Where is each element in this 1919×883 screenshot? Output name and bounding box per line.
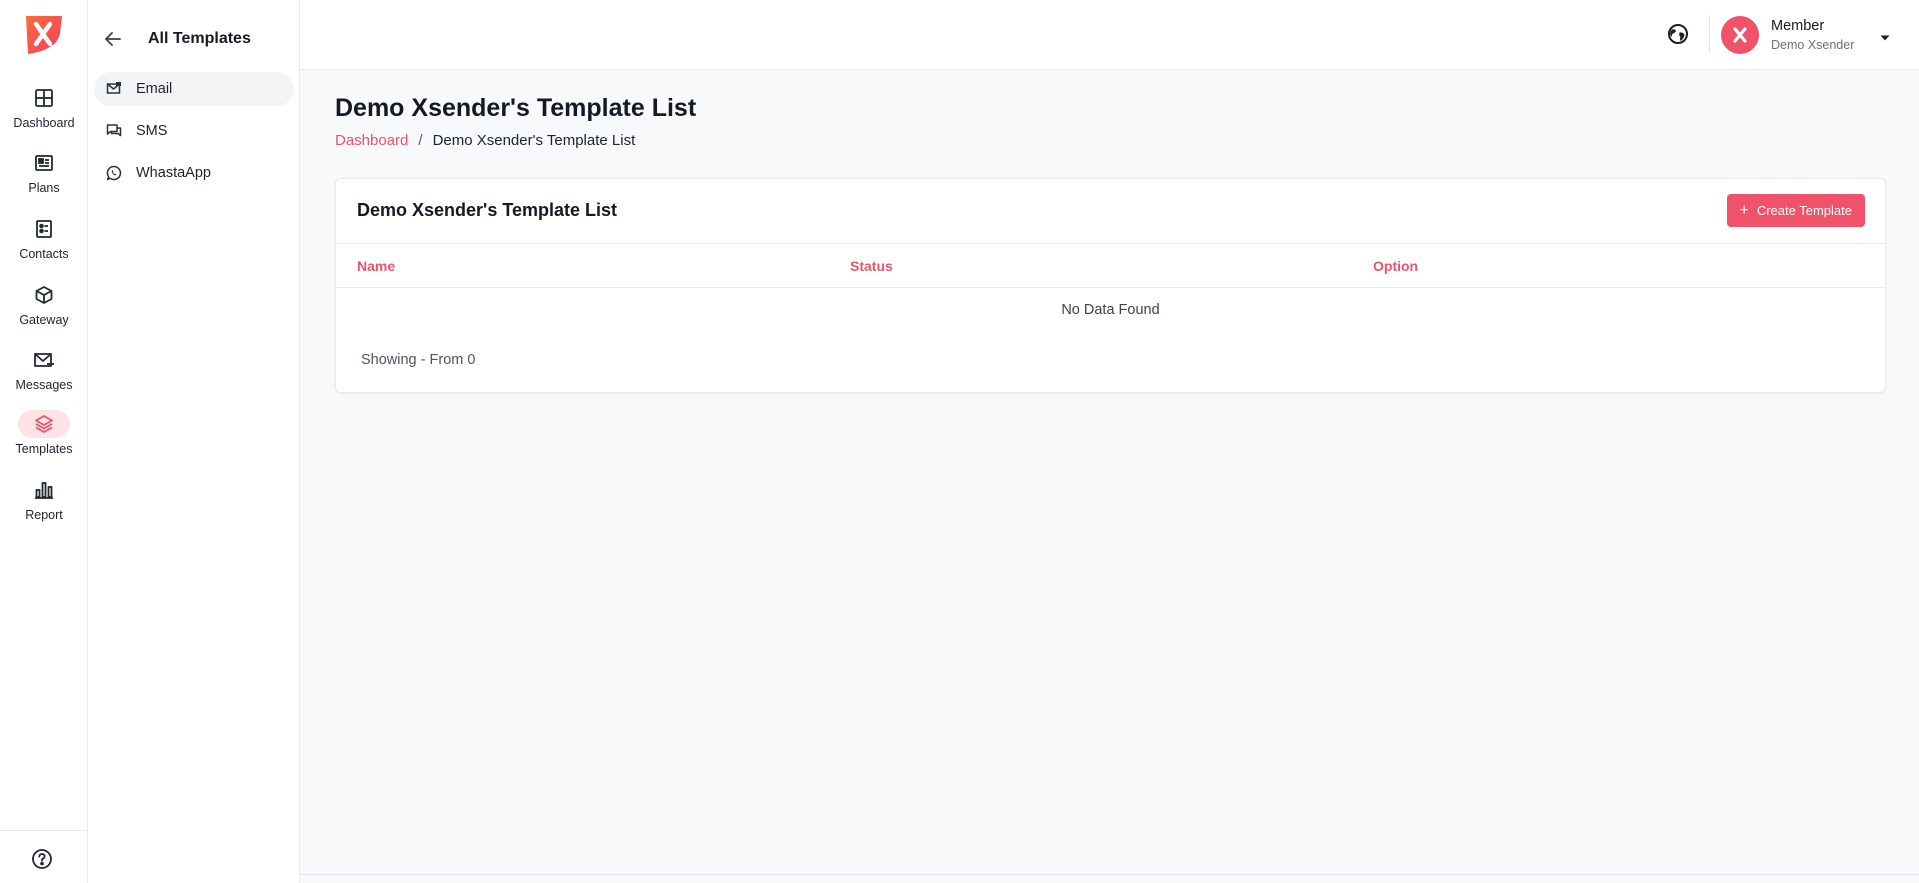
divider <box>1709 15 1710 53</box>
icon-rail: Dashboard Plans Contacts Gateway Message… <box>0 0 88 883</box>
rail-item-templates[interactable]: Templates <box>0 410 88 470</box>
breadcrumb: Dashboard / Demo Xsender's Template List <box>335 132 635 149</box>
profile-subtitle: Demo Xsender <box>1771 38 1855 52</box>
rail-item-dashboard[interactable]: Dashboard <box>0 84 88 144</box>
empty-state-text: No Data Found <box>1061 302 1160 318</box>
create-template-button[interactable]: + Create Template <box>1726 194 1865 227</box>
subnav-item-label: Email <box>136 81 173 97</box>
mail-send-icon <box>18 346 70 374</box>
caret-down-icon <box>1879 30 1891 41</box>
avatar <box>1721 16 1759 54</box>
rail-item-contacts[interactable]: Contacts <box>0 215 88 275</box>
subnav-title: All Templates <box>148 30 251 47</box>
column-header-name[interactable]: Name <box>357 258 395 274</box>
profile-menu[interactable]: Member Demo Xsender <box>1721 14 1891 56</box>
contacts-list-icon <box>18 215 70 243</box>
divider <box>0 830 88 831</box>
template-list-card: Demo Xsender's Template List + Create Te… <box>335 178 1886 393</box>
rail-label: Gateway <box>19 313 69 327</box>
help-circle-icon[interactable] <box>31 848 55 872</box>
subnav-item-label: WhastaApp <box>136 165 211 181</box>
subnav-item-label: SMS <box>136 123 168 139</box>
chat-bubbles-icon <box>106 123 122 139</box>
globe-icon[interactable] <box>1667 23 1689 45</box>
arrow-left-icon[interactable] <box>102 28 124 50</box>
breadcrumb-current: Demo Xsender's Template List <box>432 132 636 149</box>
templates-subnav: All Templates Email SMS WhastaApp <box>88 0 300 883</box>
rail-label: Plans <box>28 181 60 195</box>
bar-chart-icon <box>18 476 70 504</box>
create-template-label: Create Template <box>1756 203 1852 218</box>
column-header-option[interactable]: Option <box>1373 258 1418 274</box>
layers-icon <box>18 410 70 438</box>
pagination-summary: Showing - From 0 <box>361 352 476 368</box>
plus-icon: + <box>1739 201 1749 219</box>
subnav-header: All Templates <box>102 28 251 50</box>
rail-label: Messages <box>15 378 73 392</box>
xsender-logo[interactable] <box>22 12 66 56</box>
email-template-icon <box>106 81 122 97</box>
rail-item-messages[interactable]: Messages <box>0 346 88 406</box>
newspaper-icon <box>18 149 70 177</box>
breadcrumb-separator: / <box>418 132 423 149</box>
rail-label: Report <box>25 508 63 522</box>
whatsapp-icon <box>106 165 122 181</box>
cube-icon <box>18 281 70 309</box>
page-title: Demo Xsender's Template List <box>335 94 697 122</box>
rail-item-report[interactable]: Report <box>0 476 88 536</box>
rail-label: Dashboard <box>13 116 75 130</box>
profile-info: Member Demo Xsender <box>1771 18 1854 52</box>
card-title: Demo Xsender's Template List <box>357 200 618 220</box>
divider <box>300 874 1919 875</box>
rail-item-gateway[interactable]: Gateway <box>0 281 88 341</box>
column-header-status[interactable]: Status <box>850 258 893 274</box>
grid-icon <box>18 84 70 112</box>
breadcrumb-dashboard-link[interactable]: Dashboard <box>335 132 408 149</box>
subnav-item-email[interactable]: Email <box>94 72 294 106</box>
rail-label: Contacts <box>19 247 69 261</box>
subnav-item-sms[interactable]: SMS <box>94 114 294 148</box>
card-header: Demo Xsender's Template List + Create Te… <box>336 179 1885 244</box>
rail-label: Templates <box>15 442 73 456</box>
topbar: Member Demo Xsender <box>300 0 1919 70</box>
subnav-item-whatsapp[interactable]: WhastaApp <box>94 156 294 190</box>
rail-item-plans[interactable]: Plans <box>0 149 88 209</box>
table-header: Name Status Option <box>336 244 1885 288</box>
profile-name: Member <box>1771 18 1825 34</box>
